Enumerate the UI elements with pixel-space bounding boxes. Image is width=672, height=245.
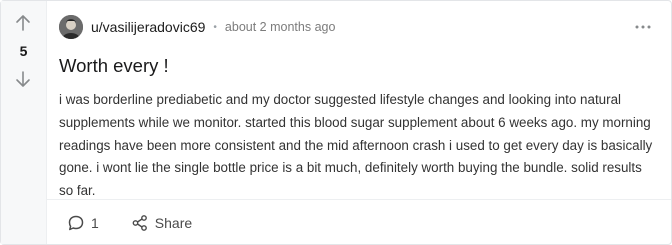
post-card: 5 u/vasilijeradovic69 • about 2 months a… bbox=[0, 0, 672, 245]
comment-count: 1 bbox=[91, 215, 99, 231]
vote-score: 5 bbox=[19, 43, 28, 59]
more-options-button[interactable] bbox=[633, 17, 653, 37]
vote-column: 5 bbox=[1, 1, 47, 244]
post-header: u/vasilijeradovic69 • about 2 months ago bbox=[59, 14, 657, 40]
footer-divider bbox=[47, 199, 671, 200]
arrow-down-icon bbox=[16, 71, 30, 87]
share-button[interactable]: Share bbox=[131, 214, 192, 232]
share-label: Share bbox=[154, 215, 193, 231]
avatar[interactable] bbox=[59, 15, 83, 39]
avatar-image bbox=[59, 15, 83, 39]
upvote-button[interactable] bbox=[13, 13, 33, 33]
post-actions: 1 Share bbox=[59, 211, 192, 235]
downvote-button[interactable] bbox=[13, 69, 33, 89]
share-icon bbox=[132, 215, 147, 231]
post-title[interactable]: Worth every ! bbox=[59, 55, 169, 77]
post-timestamp: about 2 months ago bbox=[224, 20, 336, 34]
post-body: i was borderline prediabetic and my doct… bbox=[59, 92, 653, 199]
author-username[interactable]: u/vasilijeradovic69 bbox=[91, 19, 205, 35]
more-options-icon bbox=[635, 25, 651, 29]
comment-bubble-icon bbox=[68, 215, 84, 231]
meta-separator: • bbox=[213, 21, 217, 33]
comments-button[interactable]: 1 bbox=[67, 214, 99, 232]
arrow-up-icon bbox=[16, 15, 30, 31]
